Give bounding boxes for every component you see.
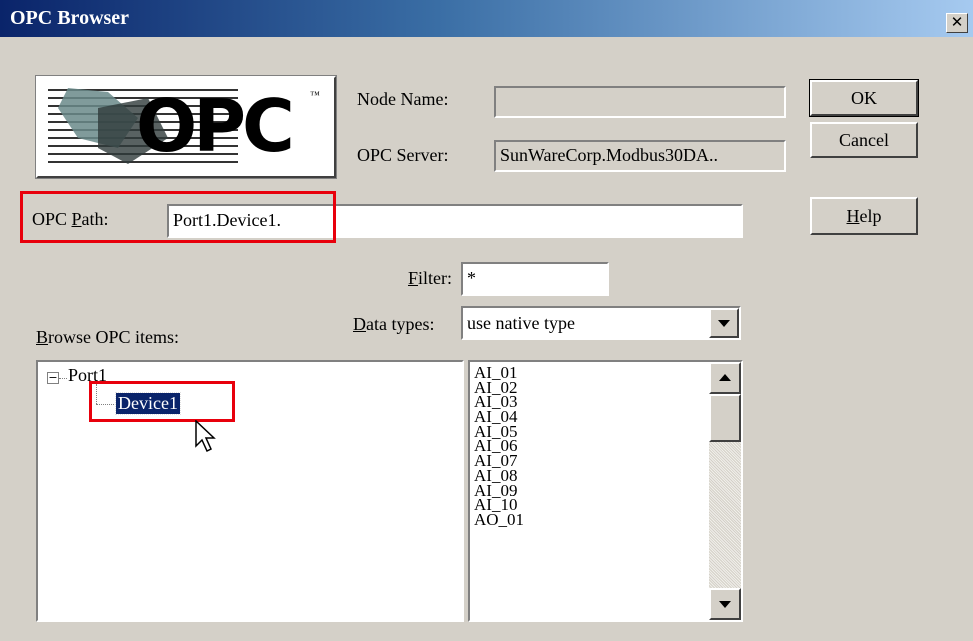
- chevron-down-icon: [719, 601, 731, 608]
- data-types-accel: D: [353, 314, 366, 334]
- device1-highlight: [89, 381, 235, 422]
- help-button[interactable]: Help: [810, 197, 918, 235]
- opc-server-label: OPC Server:: [357, 145, 449, 165]
- filter-label: Filter:: [408, 268, 452, 289]
- chevron-up-icon: [719, 374, 731, 381]
- filter-input[interactable]: *: [461, 262, 609, 296]
- list-item[interactable]: AO_01: [474, 511, 704, 528]
- close-icon[interactable]: ✕: [946, 13, 968, 33]
- opc-logo: OPC ™: [35, 75, 337, 179]
- node-name-field: [494, 86, 786, 118]
- data-types-value: use native type: [467, 313, 575, 333]
- cancel-button[interactable]: Cancel: [810, 122, 918, 158]
- scroll-down-button[interactable]: [709, 588, 741, 620]
- filter-label-post: ilter:: [418, 268, 453, 288]
- browse-accel: B: [36, 327, 49, 347]
- items-scrollbar[interactable]: [709, 362, 741, 620]
- help-accel: H: [846, 206, 860, 226]
- node-name-label: Node Name:: [357, 89, 449, 109]
- opc-server-field: SunWareCorp.Modbus30DA..: [494, 140, 786, 172]
- browse-label: Browse OPC items:: [36, 327, 179, 348]
- logo-text: OPC: [136, 84, 295, 168]
- items-list-content: AI_01 AI_02 AI_03 AI_04 AI_05 AI_06 AI_0…: [474, 364, 704, 528]
- data-types-select[interactable]: use native type: [461, 306, 741, 340]
- data-types-label: Data types:: [353, 314, 434, 335]
- title-bar: [0, 0, 973, 37]
- browse-label-post: rowse OPC items:: [48, 327, 180, 347]
- opc-items-list[interactable]: AI_01 AI_02 AI_03 AI_04 AI_05 AI_06 AI_0…: [468, 360, 743, 622]
- tree-expander-icon[interactable]: −: [47, 372, 59, 384]
- window-title: OPC Browser: [10, 7, 130, 29]
- ok-button[interactable]: OK: [809, 79, 919, 117]
- mouse-cursor-icon: [195, 420, 216, 453]
- opc-path-highlight: [20, 191, 336, 243]
- filter-accel: F: [408, 268, 419, 288]
- chevron-down-icon: [718, 320, 730, 327]
- data-types-dropdown-button[interactable]: [709, 308, 739, 338]
- help-label: elp: [859, 206, 882, 226]
- tree-connector-icon: [59, 378, 67, 379]
- scroll-thumb[interactable]: [709, 394, 741, 442]
- logo-tm: ™: [310, 90, 320, 101]
- data-types-label-post: ata types:: [366, 314, 435, 334]
- scroll-up-button[interactable]: [709, 362, 741, 394]
